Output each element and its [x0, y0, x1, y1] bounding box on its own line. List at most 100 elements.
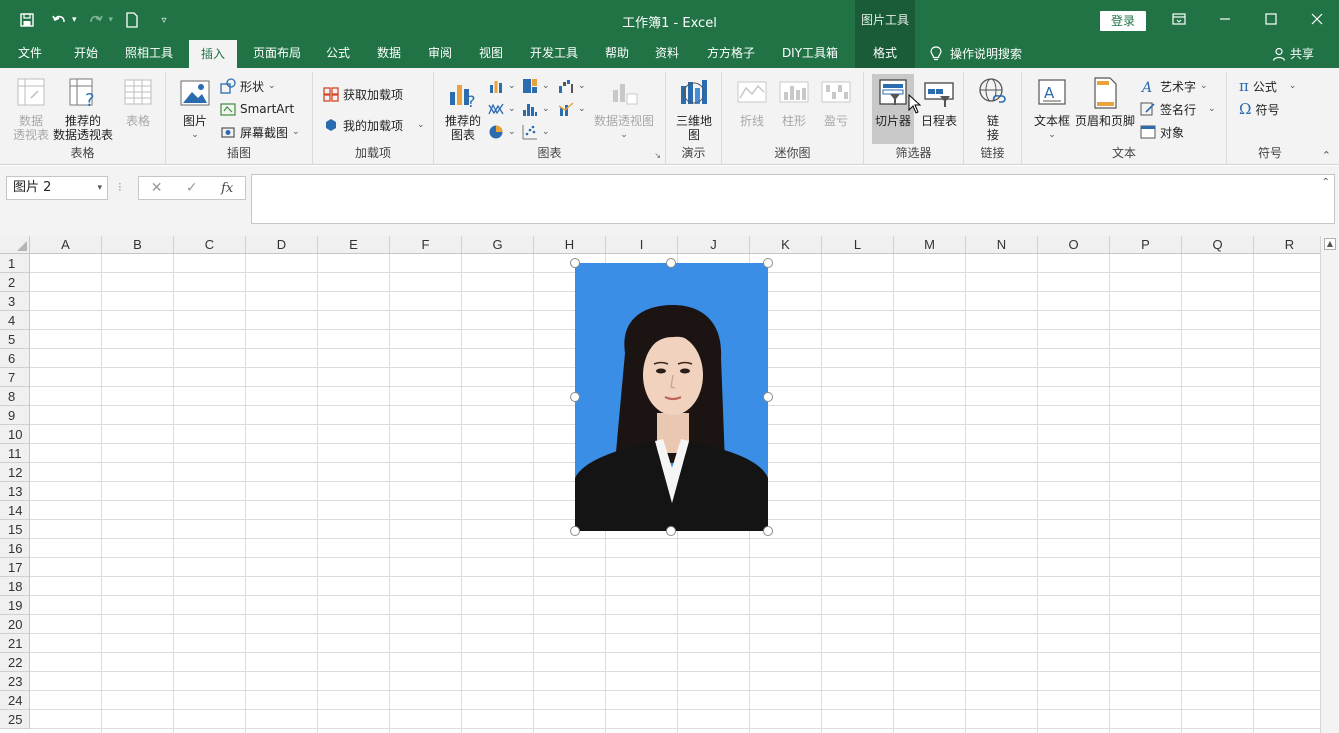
- resize-handle-left[interactable]: [570, 392, 580, 402]
- row-header-20[interactable]: 20: [0, 615, 30, 634]
- collapse-ribbon-icon[interactable]: ⌃: [1322, 149, 1331, 162]
- formula-input[interactable]: ⌃: [251, 174, 1335, 224]
- tell-me-search[interactable]: 操作说明搜索: [930, 40, 1022, 68]
- hierarchy-chart-button[interactable]: ⌄: [522, 76, 550, 96]
- undo-dropdown-icon[interactable]: ▾: [72, 15, 77, 25]
- row-header-9[interactable]: 9: [0, 406, 30, 425]
- row-header-11[interactable]: 11: [0, 444, 30, 463]
- combo-chart-button[interactable]: ⌄: [558, 99, 586, 119]
- row-header-22[interactable]: 22: [0, 653, 30, 672]
- login-button[interactable]: 登录: [1100, 11, 1146, 31]
- scroll-up-icon[interactable]: ▲: [1324, 238, 1336, 250]
- scatter-button[interactable]: ⌄: [522, 122, 550, 142]
- tab-data[interactable]: 数据: [367, 40, 411, 68]
- shapes-button[interactable]: 形状 ⌄: [220, 76, 276, 96]
- tab-camera-tools[interactable]: 照相工具: [116, 40, 182, 68]
- recommended-charts-button[interactable]: ? 推荐的 图表: [442, 76, 484, 142]
- minimize-icon[interactable]: [1210, 6, 1240, 32]
- row-header-15[interactable]: 15: [0, 520, 30, 539]
- scatter-chart-button[interactable]: ⌄: [488, 99, 516, 119]
- row-header-4[interactable]: 4: [0, 311, 30, 330]
- row-header-3[interactable]: 3: [0, 292, 30, 311]
- enter-icon[interactable]: ✓: [186, 180, 198, 196]
- row-header-19[interactable]: 19: [0, 596, 30, 615]
- 3d-map-button[interactable]: 三维地 图: [672, 76, 716, 142]
- tab-review[interactable]: 审阅: [418, 40, 462, 68]
- wordart-button[interactable]: A 艺术字 ⌄: [1140, 76, 1208, 96]
- column-header-p[interactable]: P: [1110, 236, 1182, 254]
- signature-line-button[interactable]: 签名行 ⌄: [1140, 99, 1216, 119]
- pivot-chart-button[interactable]: 数据透视图 ⌄: [590, 76, 658, 142]
- resize-handle-top-right[interactable]: [763, 258, 773, 268]
- object-button[interactable]: 对象: [1140, 122, 1184, 142]
- column-header-e[interactable]: E: [318, 236, 390, 254]
- tab-help[interactable]: 帮助: [595, 40, 639, 68]
- resize-handle-bottom-right[interactable]: [763, 526, 773, 536]
- smartart-button[interactable]: SmartArt: [220, 99, 294, 119]
- ribbon-display-options-icon[interactable]: [1164, 6, 1194, 32]
- row-header-16[interactable]: 16: [0, 539, 30, 558]
- link-button[interactable]: 链 接: [974, 76, 1012, 142]
- column-header-j[interactable]: J: [678, 236, 750, 254]
- column-header-a[interactable]: A: [30, 236, 102, 254]
- equation-button[interactable]: π 公式 ⌄: [1239, 76, 1296, 96]
- resize-handle-right[interactable]: [763, 392, 773, 402]
- sparkline-column-button[interactable]: 柱形: [776, 76, 812, 128]
- row-header-17[interactable]: 17: [0, 558, 30, 577]
- column-header-b[interactable]: B: [102, 236, 174, 254]
- row-header-23[interactable]: 23: [0, 672, 30, 691]
- select-all-button[interactable]: [0, 236, 30, 254]
- column-header-i[interactable]: I: [606, 236, 678, 254]
- new-file-icon[interactable]: [119, 8, 145, 32]
- sparkline-winloss-button[interactable]: 盈亏: [818, 76, 854, 128]
- statistic-chart-button[interactable]: ⌄: [522, 99, 550, 119]
- chevron-down-icon[interactable]: ▾: [97, 177, 102, 199]
- waterfall-chart-button[interactable]: ⌄: [558, 76, 586, 96]
- tab-page-layout[interactable]: 页面布局: [244, 40, 310, 68]
- row-header-14[interactable]: 14: [0, 501, 30, 520]
- share-button[interactable]: 共享: [1272, 40, 1314, 68]
- tab-home[interactable]: 开始: [64, 40, 108, 68]
- get-addins-button[interactable]: 获取加载项: [323, 84, 403, 104]
- pie-chart-button[interactable]: ⌄: [488, 122, 516, 142]
- row-header-6[interactable]: 6: [0, 349, 30, 368]
- dialog-launcher-icon[interactable]: ↘: [654, 151, 661, 160]
- cancel-icon[interactable]: ✕: [151, 180, 163, 196]
- row-header-5[interactable]: 5: [0, 330, 30, 349]
- sparkline-line-button[interactable]: 折线: [734, 76, 770, 128]
- row-header-1[interactable]: 1: [0, 254, 30, 273]
- tab-view[interactable]: 视图: [469, 40, 513, 68]
- column-header-f[interactable]: F: [390, 236, 462, 254]
- tab-format[interactable]: 格式: [855, 40, 915, 68]
- inserted-picture[interactable]: [575, 263, 768, 531]
- resize-handle-top[interactable]: [666, 258, 676, 268]
- column-header-m[interactable]: M: [894, 236, 966, 254]
- column-header-o[interactable]: O: [1038, 236, 1110, 254]
- row-header-10[interactable]: 10: [0, 425, 30, 444]
- row-header-24[interactable]: 24: [0, 691, 30, 710]
- undo-icon[interactable]: [46, 8, 72, 32]
- customize-icon[interactable]: ▿: [151, 8, 177, 32]
- row-header-25[interactable]: 25: [0, 710, 30, 729]
- collapse-formula-bar-icon[interactable]: ⌃: [1322, 177, 1330, 188]
- tab-diy-toolbox[interactable]: DIY工具箱: [772, 40, 848, 68]
- column-chart-button[interactable]: ⌄: [488, 76, 516, 96]
- close-icon[interactable]: [1302, 6, 1332, 32]
- column-header-g[interactable]: G: [462, 236, 534, 254]
- column-header-d[interactable]: D: [246, 236, 318, 254]
- insert-function-icon[interactable]: fx: [221, 181, 233, 196]
- resize-handle-bottom-left[interactable]: [570, 526, 580, 536]
- table-button[interactable]: 表格: [118, 76, 158, 128]
- column-header-l[interactable]: L: [822, 236, 894, 254]
- textbox-button[interactable]: A 文本框 ⌄: [1030, 76, 1074, 142]
- row-header-12[interactable]: 12: [0, 463, 30, 482]
- my-addins-button[interactable]: 我的加载项 ⌄: [323, 115, 425, 135]
- row-header-7[interactable]: 7: [0, 368, 30, 387]
- maximize-icon[interactable]: [1256, 6, 1286, 32]
- symbol-button[interactable]: Ω 符号: [1239, 99, 1279, 119]
- row-header-13[interactable]: 13: [0, 482, 30, 501]
- resize-handle-bottom[interactable]: [666, 526, 676, 536]
- column-header-k[interactable]: K: [750, 236, 822, 254]
- column-header-c[interactable]: C: [174, 236, 246, 254]
- resize-handle-top-left[interactable]: [570, 258, 580, 268]
